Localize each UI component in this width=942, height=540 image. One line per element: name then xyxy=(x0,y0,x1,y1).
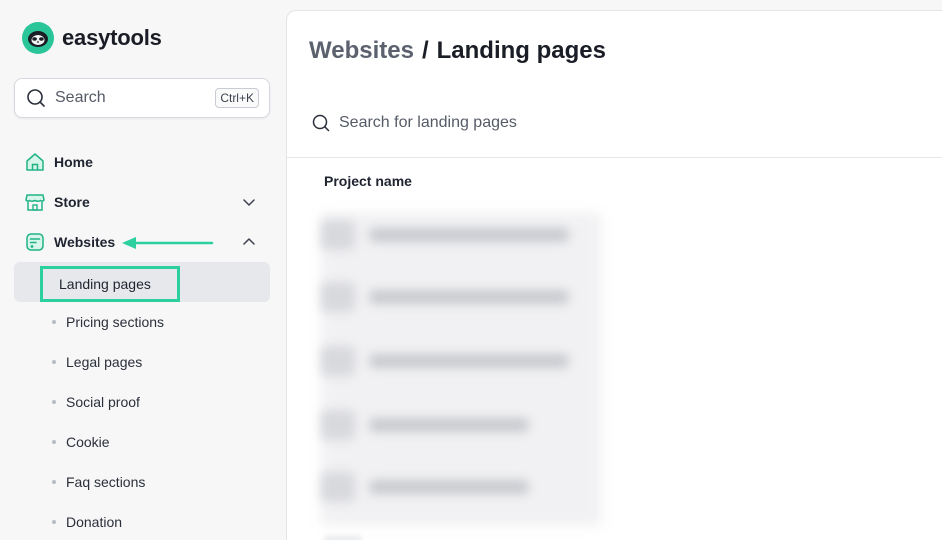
breadcrumb-parent[interactable]: Websites xyxy=(309,37,414,65)
sidebar-subitem-social-proof[interactable]: Social proof xyxy=(52,392,140,412)
table-row[interactable] xyxy=(321,205,569,265)
search-input[interactable]: Search for landing pages xyxy=(339,114,517,132)
sidebar-subitem-pricing-sections[interactable]: Pricing sections xyxy=(52,312,164,332)
breadcrumb-separator: / xyxy=(421,37,429,64)
bullet-dot xyxy=(52,440,56,444)
sidebar-subitem-label: Social proof xyxy=(66,394,140,410)
sidebar-subitem-donation[interactable]: Donation xyxy=(52,512,122,532)
sidebar-item-home[interactable]: Home xyxy=(14,142,270,182)
row-thumbnail xyxy=(321,346,355,376)
table-row[interactable] xyxy=(321,267,569,327)
sidebar-subitem-label: Cookie xyxy=(66,434,110,450)
breadcrumb: Websites / Landing pages xyxy=(309,37,606,65)
sloth-logo-icon xyxy=(22,22,54,54)
row-thumbnail xyxy=(321,282,355,312)
sidebar-subitem-legal-pages[interactable]: Legal pages xyxy=(52,352,142,372)
chevron-up-icon[interactable] xyxy=(242,235,256,249)
table-row[interactable] xyxy=(321,457,529,517)
table-row[interactable] xyxy=(321,395,529,455)
sidebar-item-label: Store xyxy=(54,194,90,210)
sidebar-item-label: Home xyxy=(54,154,93,170)
bullet-dot xyxy=(52,400,56,404)
sidebar-subitem-label: Faq sections xyxy=(66,474,146,490)
blurred-pagination xyxy=(323,535,363,540)
sidebar-subitem-label: Donation xyxy=(66,514,123,530)
bullet-dot xyxy=(52,320,56,324)
sidebar-item-label: Websites xyxy=(54,234,116,250)
chevron-down-icon[interactable] xyxy=(242,195,256,209)
home-icon xyxy=(26,153,44,171)
main-panel: Websites / Landing pages Search for land… xyxy=(286,10,942,540)
search-icon xyxy=(312,114,330,132)
sidebar-subitem-faq-sections[interactable]: Faq sections xyxy=(52,472,145,492)
row-thumbnail xyxy=(321,472,355,502)
header-divider xyxy=(287,157,942,158)
annotation-arrow-icon xyxy=(122,237,214,249)
row-text-redacted xyxy=(369,354,569,368)
bullet-dot xyxy=(52,360,56,364)
store-icon xyxy=(25,194,45,211)
brand-name: easytools xyxy=(62,25,162,50)
row-text-redacted xyxy=(369,480,529,494)
row-text-redacted xyxy=(369,228,569,242)
sidebar-subitem-label: Pricing sections xyxy=(66,314,165,330)
landing-pages-search[interactable]: Search for landing pages xyxy=(311,113,517,133)
bullet-dot xyxy=(52,520,56,524)
sidebar-subitem-landing-pages[interactable]: Landing pages xyxy=(40,266,180,302)
brand-logo[interactable]: easytools xyxy=(22,22,162,54)
sidebar-item-store[interactable]: Store xyxy=(14,182,270,222)
sidebar-subitem-label: Legal pages xyxy=(66,354,143,370)
bullet-dot xyxy=(52,480,56,484)
page-title: Landing pages xyxy=(436,37,606,64)
row-text-redacted xyxy=(369,418,529,432)
websites-icon xyxy=(26,233,44,251)
sidebar-search-placeholder: Search xyxy=(55,89,106,106)
row-text-redacted xyxy=(369,290,569,304)
sidebar-subitem-cookie[interactable]: Cookie xyxy=(52,432,110,452)
sidebar-search[interactable]: Search Ctrl+K xyxy=(14,78,270,118)
table-row[interactable] xyxy=(321,331,569,391)
row-thumbnail xyxy=(321,220,355,250)
sidebar: easytools Search Ctrl+K Home Store Websi… xyxy=(0,0,286,540)
row-thumbnail xyxy=(321,410,355,440)
sidebar-subitem-label: Landing pages xyxy=(59,276,151,292)
column-header-project-name[interactable]: Project name xyxy=(324,173,412,189)
search-icon xyxy=(27,89,45,107)
search-shortcut-badge: Ctrl+K xyxy=(215,88,259,108)
